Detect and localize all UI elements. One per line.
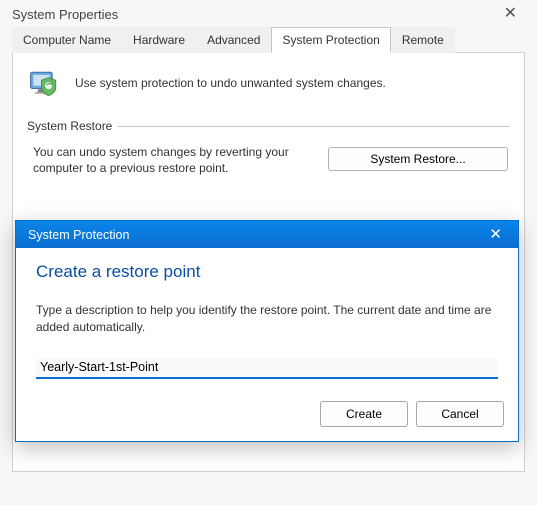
create-button[interactable]: Create xyxy=(320,401,408,427)
system-restore-row: You can undo system changes by reverting… xyxy=(27,141,510,182)
dialog-description: Type a description to help you identify … xyxy=(36,302,498,336)
protection-intro-text: Use system protection to undo unwanted s… xyxy=(75,76,386,90)
titlebar: System Properties ✕ xyxy=(0,0,537,26)
dialog-body: Create a restore point Type a descriptio… xyxy=(16,248,518,393)
dialog-heading: Create a restore point xyxy=(36,262,498,282)
dialog-title: System Protection xyxy=(28,228,129,242)
system-restore-text: You can undo system changes by reverting… xyxy=(33,145,303,176)
cancel-button[interactable]: Cancel xyxy=(416,401,504,427)
tab-remote[interactable]: Remote xyxy=(391,27,455,53)
system-restore-header: System Restore xyxy=(27,119,510,133)
tab-computer-name[interactable]: Computer Name xyxy=(12,27,122,53)
protection-intro: Use system protection to undo unwanted s… xyxy=(27,65,510,101)
system-restore-button[interactable]: System Restore... xyxy=(328,147,508,171)
shield-monitor-icon xyxy=(27,65,63,101)
system-restore-label: System Restore xyxy=(27,119,118,133)
window-title: System Properties xyxy=(12,7,118,22)
close-icon[interactable]: ✕ xyxy=(494,6,527,22)
tabs-row: Computer Name Hardware Advanced System P… xyxy=(0,26,537,52)
tab-hardware[interactable]: Hardware xyxy=(122,27,196,53)
dialog-footer: Create Cancel xyxy=(16,393,518,441)
restore-point-description-input[interactable] xyxy=(36,358,498,379)
close-icon[interactable]: ✕ xyxy=(483,227,508,242)
tab-system-protection[interactable]: System Protection xyxy=(271,27,390,53)
divider-line xyxy=(118,126,510,127)
create-restore-point-dialog: System Protection ✕ Create a restore poi… xyxy=(15,220,519,442)
tab-advanced[interactable]: Advanced xyxy=(196,27,271,53)
dialog-titlebar: System Protection ✕ xyxy=(16,221,518,248)
